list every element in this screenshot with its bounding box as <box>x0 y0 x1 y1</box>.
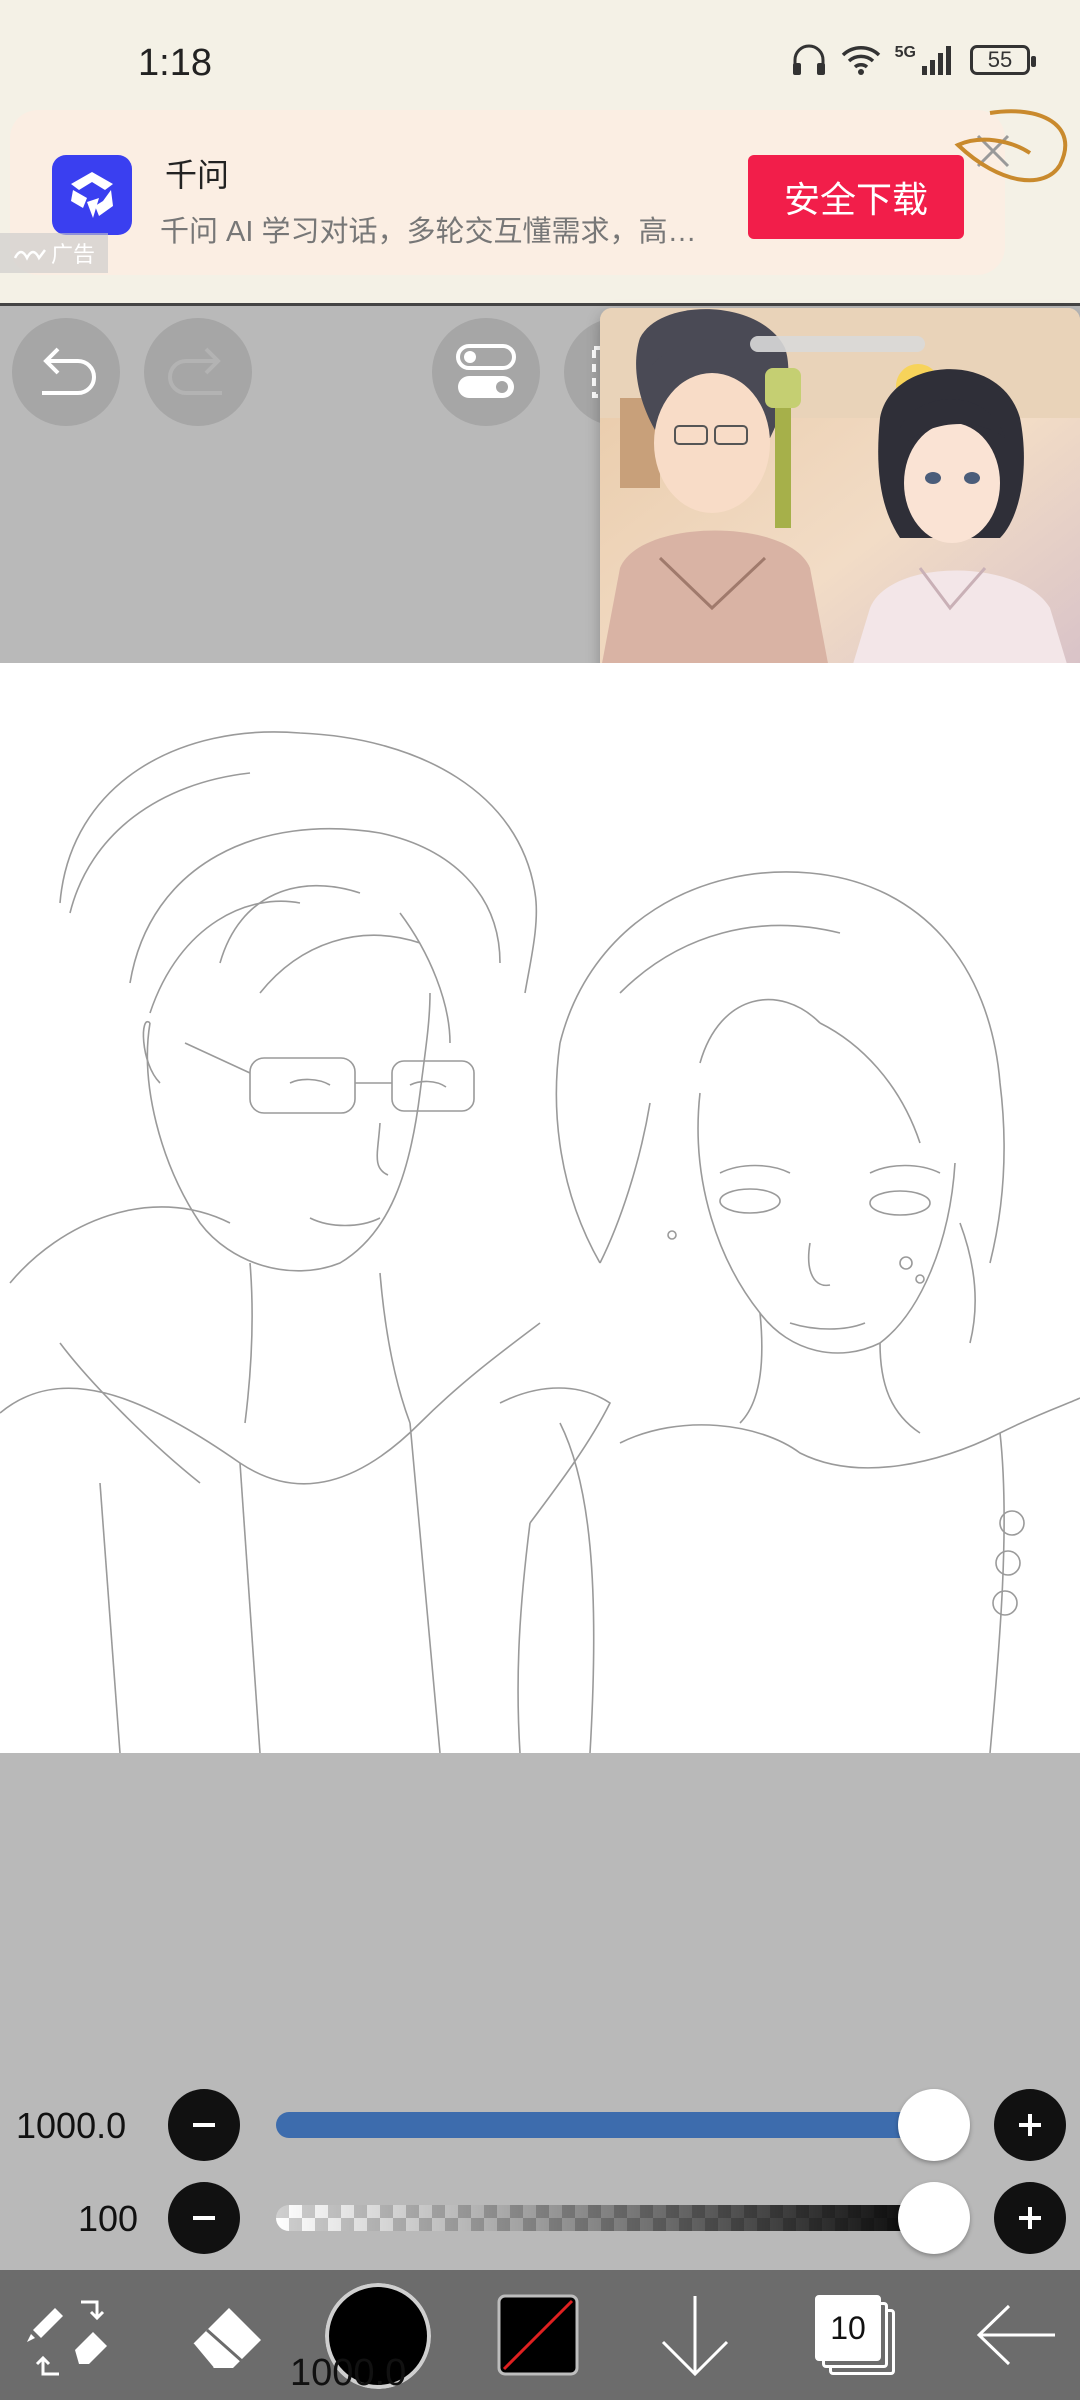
ad-tag-label: 广告 <box>50 242 95 267</box>
brush-size-slider-row: 1000.0 <box>0 2085 1080 2165</box>
size-decrease-button[interactable] <box>168 2089 240 2161</box>
line-art-sketch <box>0 731 1080 1754</box>
brush-size-track[interactable] <box>276 2112 948 2138</box>
reference-preview-window[interactable] <box>600 308 1080 674</box>
eraser-icon <box>192 2308 261 2369</box>
headphones-icon <box>792 44 825 75</box>
opacity-value: 100 <box>78 2198 139 2239</box>
tool-switch-button[interactable] <box>20 2270 120 2400</box>
plus-icon <box>1019 2207 1041 2229</box>
toggle-icon <box>456 344 516 398</box>
redo-icon <box>168 347 222 395</box>
reference-illustration <box>600 308 1080 674</box>
undo-button[interactable] <box>12 318 120 426</box>
color-picker-button[interactable] <box>492 2270 584 2400</box>
brush-size-label: 1000.0 <box>290 2352 407 2394</box>
arrow-down-icon <box>661 2296 729 2377</box>
bottom-toolbar: 10 <box>0 2270 1080 2400</box>
ad-title: 千问 <box>165 157 230 193</box>
undo-icon <box>42 347 96 395</box>
preview-drag-handle[interactable] <box>750 336 925 352</box>
minus-icon <box>193 2216 215 2220</box>
ad-description: 千问 AI 学习对话，多轮交互懂需求，高效解决问题 <box>160 216 720 248</box>
network-type: 5G <box>894 44 916 61</box>
redo-button[interactable] <box>144 318 252 426</box>
ad-banner[interactable]: 千问 千问 AI 学习对话，多轮交互懂需求，高效解决问题 安全下载 广告 <box>0 105 1080 306</box>
status-icons: 5G 55 <box>791 44 1036 76</box>
download-button[interactable]: 安全下载 <box>748 155 964 239</box>
scribble-mark <box>954 109 1068 183</box>
eraser-tool-button[interactable] <box>176 2270 276 2400</box>
signal-icon <box>922 46 951 75</box>
qianwen-logo-icon <box>52 155 132 235</box>
brush-eraser-switch-icon <box>27 2300 107 2376</box>
layer-down-button[interactable] <box>650 2270 740 2400</box>
layers-icon: 10 <box>815 2295 895 2375</box>
battery-level: 55 <box>987 47 1013 72</box>
opacity-track[interactable] <box>276 2205 948 2231</box>
toggle-button[interactable] <box>432 318 540 426</box>
minus-icon <box>193 2123 215 2127</box>
arrow-left-icon <box>976 2304 1055 2366</box>
color-swatch-icon <box>497 2294 579 2376</box>
ad-tag: 广告 <box>0 233 108 273</box>
opacity-slider-row: 100 <box>0 2178 1080 2258</box>
layers-button[interactable]: 10 <box>810 2270 900 2400</box>
wifi-icon <box>841 46 880 75</box>
battery-icon: 55 <box>970 45 1036 75</box>
brush-size-value: 1000.0 <box>16 2105 127 2146</box>
plus-icon <box>1019 2114 1041 2136</box>
back-button[interactable] <box>966 2270 1066 2400</box>
opacity-increase-button[interactable] <box>994 2182 1066 2254</box>
ad-logo-icon <box>13 249 46 261</box>
opacity-decrease-button[interactable] <box>168 2182 240 2254</box>
brush-size-thumb[interactable] <box>898 2089 970 2161</box>
layer-count: 10 <box>830 2309 866 2346</box>
opacity-thumb[interactable] <box>898 2182 970 2254</box>
ad-card[interactable]: 千问 千问 AI 学习对话，多轮交互懂需求，高效解决问题 安全下载 <box>10 110 1010 275</box>
drawing-canvas[interactable] <box>0 663 1080 1754</box>
status-time: 1:18 <box>138 42 212 84</box>
status-bar: 1:18 5G 55 <box>0 0 1080 105</box>
size-increase-button[interactable] <box>994 2089 1066 2161</box>
